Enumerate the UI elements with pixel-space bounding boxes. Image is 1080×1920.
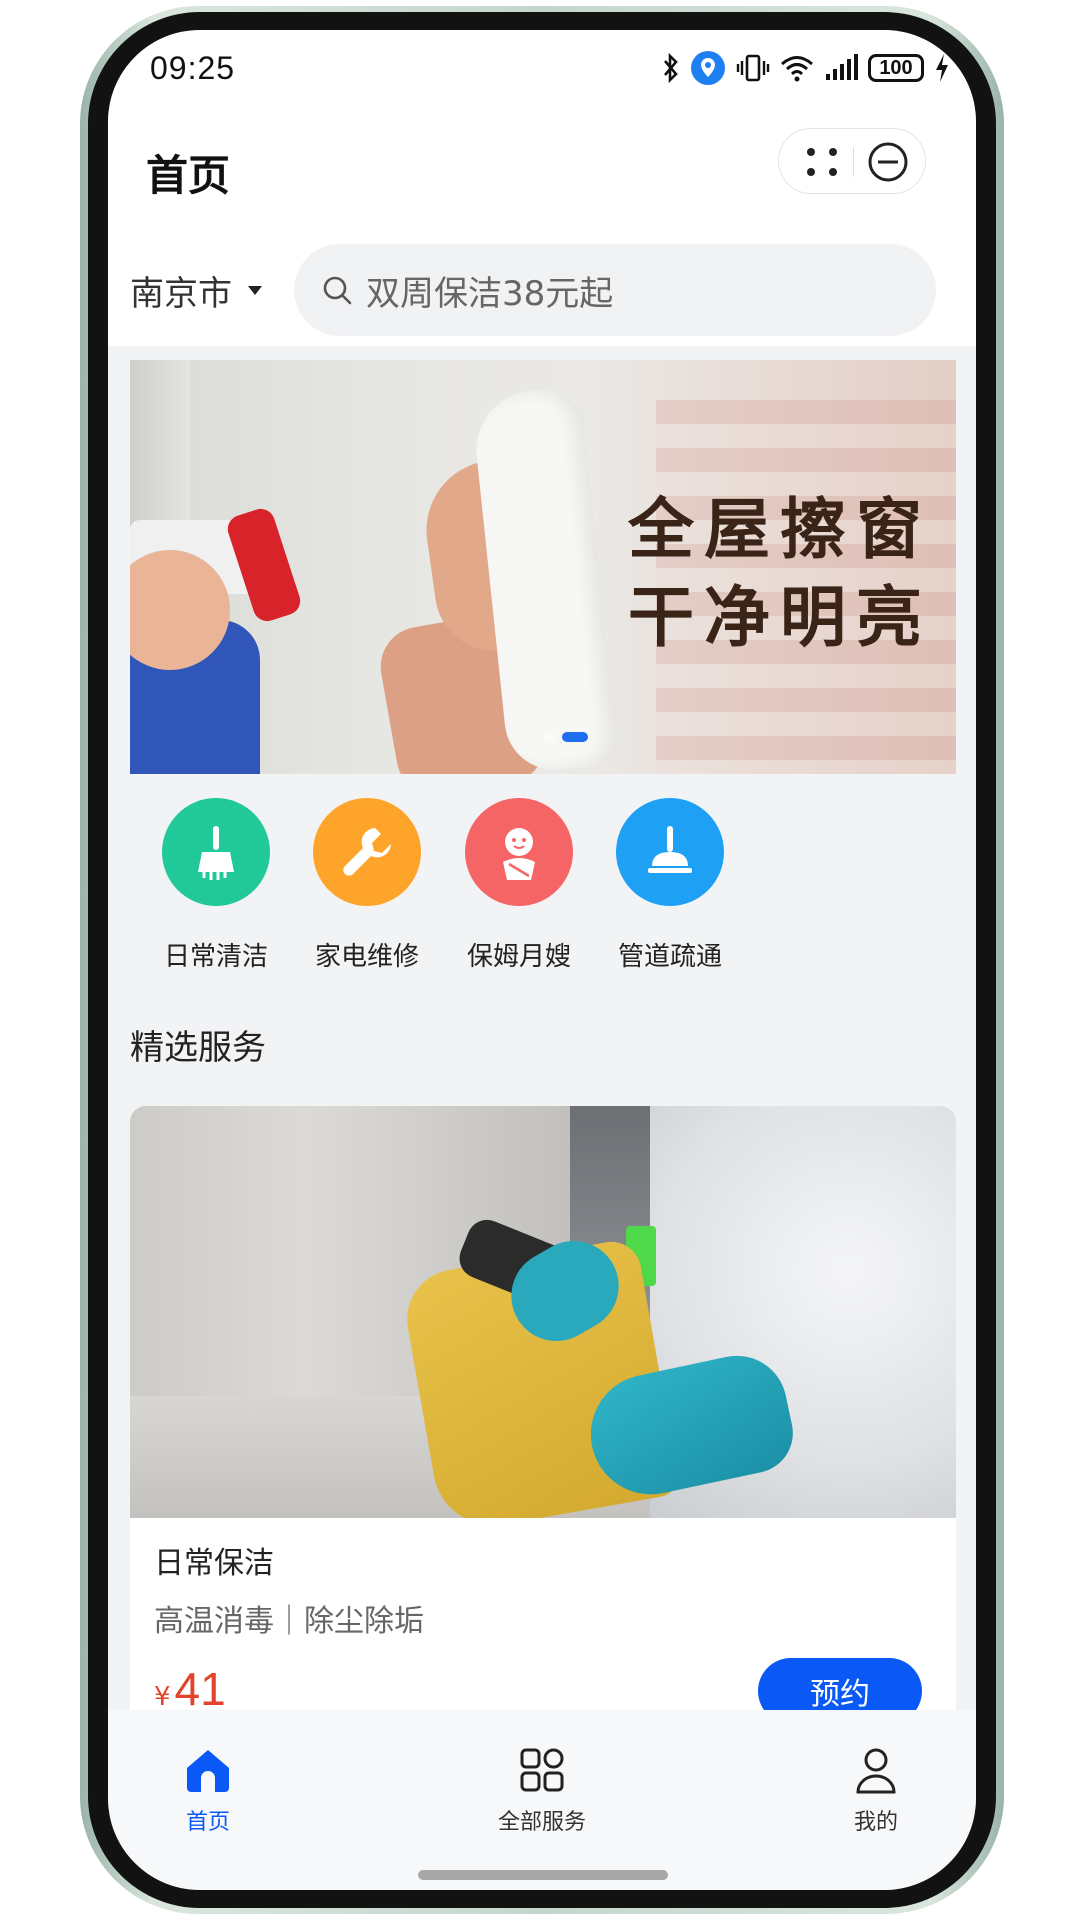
- tab-mine[interactable]: 我的: [776, 1746, 976, 1836]
- search-icon: [323, 276, 352, 305]
- city-label: 南京市: [130, 274, 232, 314]
- banner-slogan: 全屋擦窗 干净明亮: [628, 486, 932, 662]
- close-circle-icon[interactable]: [867, 141, 909, 183]
- mini-program-capsule: [778, 128, 926, 194]
- battery-level: 100: [868, 54, 924, 82]
- category-label: 保姆月嫂: [466, 942, 571, 972]
- status-bar: 09:25 100: [108, 30, 976, 130]
- baby-icon: [465, 798, 573, 906]
- plunger-icon: [616, 798, 724, 906]
- wrench-icon: [313, 798, 421, 906]
- price-currency: ¥: [154, 1682, 171, 1712]
- user-icon: [856, 1748, 896, 1794]
- service-photo: [130, 1106, 956, 1518]
- home-icon: [187, 1750, 229, 1792]
- service-title: 日常保洁: [154, 1546, 274, 1581]
- charging-icon: [936, 54, 948, 82]
- capsule-divider: [853, 147, 854, 177]
- tab-label: 我的: [853, 1810, 898, 1835]
- category-label: 日常清洁: [163, 942, 268, 972]
- tab-label: 首页: [185, 1810, 230, 1835]
- banner-indicator: [544, 732, 588, 742]
- category-daily-cleaning[interactable]: 日常清洁: [151, 798, 281, 973]
- service-card[interactable]: 日常保洁 高温消毒｜除尘除垢 ¥ 41 预约: [130, 1106, 956, 1746]
- category-label: 管道疏通: [617, 942, 722, 972]
- signal-icon: [826, 54, 858, 80]
- home-indicator[interactable]: [418, 1870, 668, 1880]
- page-title: 首页: [146, 151, 231, 200]
- location-search-row: 南京市 双周保洁38元起: [108, 238, 976, 346]
- broom-icon: [162, 798, 270, 906]
- grid-icon: [520, 1748, 564, 1792]
- battery-icon: 100: [868, 54, 924, 82]
- more-dots-icon[interactable]: [803, 146, 843, 178]
- app-screen: 09:25 100 首页 南京市 双周保洁38元起 全屋擦窗 干净明亮 日常清洁…: [108, 30, 976, 1890]
- promo-banner[interactable]: 全屋擦窗 干净明亮: [130, 360, 956, 774]
- tab-label: 全部服务: [497, 1810, 586, 1835]
- category-appliance-repair[interactable]: 家电维修: [302, 798, 432, 973]
- price-value: 41: [174, 1663, 226, 1715]
- search-placeholder: 双周保洁38元起: [366, 273, 614, 314]
- vibrate-icon: [736, 54, 770, 82]
- bottom-tab-bar: 首页 全部服务 我的: [108, 1710, 976, 1890]
- category-grid: 日常清洁 家电维修 保姆月嫂 管道疏通: [108, 798, 976, 998]
- caret-down-icon: [248, 286, 262, 295]
- category-label: 家电维修: [314, 942, 419, 972]
- banner-line-1: 全屋擦窗: [628, 491, 932, 568]
- search-input[interactable]: 双周保洁38元起: [294, 244, 936, 336]
- service-subtitle: 高温消毒｜除尘除垢: [154, 1604, 424, 1639]
- indicator-dot: [544, 732, 554, 742]
- indicator-dot-active: [562, 732, 588, 742]
- tab-home[interactable]: 首页: [108, 1746, 308, 1836]
- wifi-icon: [781, 56, 813, 82]
- status-icons: 100: [662, 48, 950, 88]
- bluetooth-icon: [664, 53, 678, 83]
- tab-all-services[interactable]: 全部服务: [442, 1746, 642, 1836]
- category-pipe-dredging[interactable]: 管道疏通: [605, 798, 735, 973]
- nav-header: 首页: [108, 128, 976, 238]
- category-nanny[interactable]: 保姆月嫂: [454, 798, 584, 973]
- location-icon: [691, 51, 725, 85]
- banner-line-2: 干净明亮: [628, 579, 932, 656]
- service-price: ¥ 41: [154, 1662, 226, 1716]
- city-selector[interactable]: 南京市: [130, 266, 262, 315]
- status-time: 09:25: [150, 50, 236, 86]
- section-title: 精选服务: [130, 1028, 266, 1068]
